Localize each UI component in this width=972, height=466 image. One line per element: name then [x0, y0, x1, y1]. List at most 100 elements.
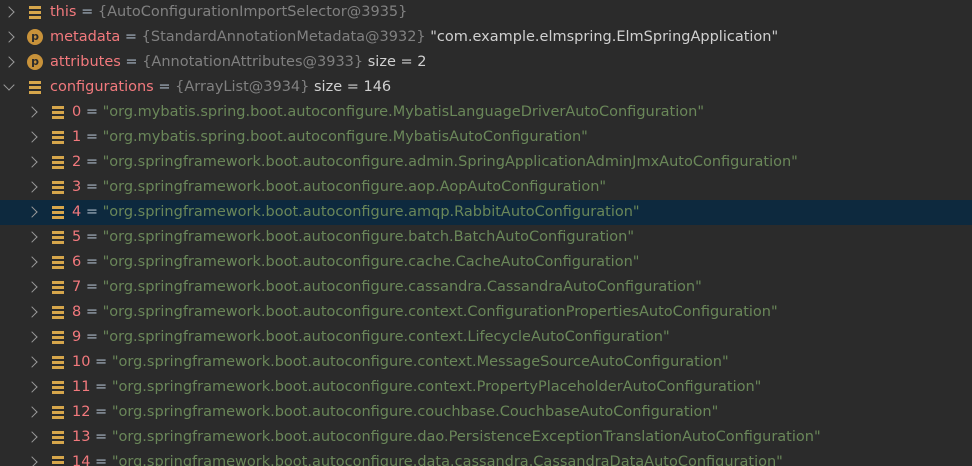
list-item-text: 12 = "org.springframework.boot.autoconfi… — [72, 400, 718, 425]
item-index: 11 — [72, 379, 91, 395]
chevron-right-icon[interactable] — [26, 331, 38, 343]
chevron-right-icon[interactable] — [26, 156, 38, 168]
item-index: 4 — [72, 204, 82, 220]
list-item-text: 8 = "org.springframework.boot.autoconfig… — [72, 300, 778, 325]
list-item[interactable]: 4 = "org.springframework.boot.autoconfig… — [0, 200, 972, 225]
item-index: 9 — [72, 329, 82, 345]
list-icon — [29, 81, 41, 94]
equals-sign: = — [120, 54, 143, 70]
list-item[interactable]: 13 = "org.springframework.boot.autoconfi… — [0, 425, 972, 450]
chevron-right-icon[interactable] — [26, 356, 38, 368]
chevron-right-icon[interactable] — [3, 6, 15, 18]
list-icon — [52, 406, 64, 419]
list-icon — [29, 6, 41, 19]
chevron-down-icon[interactable] — [3, 79, 15, 91]
variable-row-this[interactable]: this = {AutoConfigurationImportSelector@… — [0, 0, 972, 25]
list-item[interactable]: 1 = "org.mybatis.spring.boot.autoconfigu… — [0, 125, 972, 150]
variable-type: {AnnotationAttributes@3933} — [142, 54, 364, 70]
chevron-right-icon[interactable] — [3, 31, 15, 43]
list-item-text: 9 = "org.springframework.boot.autoconfig… — [72, 325, 670, 350]
item-value: "org.springframework.boot.autoconfigure.… — [102, 154, 798, 170]
item-value: "org.springframework.boot.autoconfigure.… — [102, 279, 702, 295]
list-icon — [52, 456, 64, 466]
variable-text: configurations = {ArrayList@3934} size =… — [50, 75, 391, 100]
list-item[interactable]: 2 = "org.springframework.boot.autoconfig… — [0, 150, 972, 175]
list-icon — [52, 256, 64, 269]
chevron-right-icon[interactable] — [3, 56, 15, 68]
chevron-right-icon[interactable] — [26, 431, 38, 443]
p-icon: p — [27, 54, 43, 70]
list-icon — [52, 331, 64, 344]
chevron-right-icon[interactable] — [26, 456, 38, 466]
item-index: 10 — [72, 354, 91, 370]
list-icon — [52, 231, 64, 244]
list-item[interactable]: 11 = "org.springframework.boot.autoconfi… — [0, 375, 972, 400]
item-index: 5 — [72, 229, 82, 245]
list-item[interactable]: 8 = "org.springframework.boot.autoconfig… — [0, 300, 972, 325]
list-icon — [52, 281, 64, 294]
item-value: "org.springframework.boot.autoconfigure.… — [102, 229, 635, 245]
equals-sign: = — [90, 404, 112, 420]
item-index: 3 — [72, 179, 82, 195]
chevron-right-icon[interactable] — [26, 106, 38, 118]
equals-sign: = — [81, 129, 103, 145]
list-item-text: 14 = "org.springframework.boot.autoconfi… — [72, 450, 783, 466]
list-icon — [52, 106, 64, 119]
variable-type: {StandardAnnotationMetadata@3932} — [141, 29, 426, 45]
variable-extra: size = 2 — [367, 54, 427, 70]
equals-sign: = — [81, 204, 103, 220]
list-icon — [52, 356, 64, 369]
equals-sign: = — [81, 279, 103, 295]
variable-text: metadata = {StandardAnnotationMetadata@3… — [50, 25, 778, 50]
list-item[interactable]: 9 = "org.springframework.boot.autoconfig… — [0, 325, 972, 350]
chevron-right-icon[interactable] — [26, 381, 38, 393]
list-item[interactable]: 12 = "org.springframework.boot.autoconfi… — [0, 400, 972, 425]
equals-sign: = — [81, 229, 103, 245]
chevron-right-icon[interactable] — [26, 181, 38, 193]
equals-sign: = — [81, 329, 103, 345]
list-item-text: 3 = "org.springframework.boot.autoconfig… — [72, 175, 606, 200]
list-item[interactable]: 14 = "org.springframework.boot.autoconfi… — [0, 450, 972, 466]
variable-row-metadata[interactable]: p metadata = {StandardAnnotationMetadata@… — [0, 25, 972, 50]
variable-name: this — [50, 4, 77, 20]
item-value: "org.springframework.boot.autoconfigure.… — [111, 354, 729, 370]
debugger-variables-tree: this = {AutoConfigurationImportSelector@… — [0, 0, 972, 466]
variable-row-configurations[interactable]: configurations = {ArrayList@3934} size =… — [0, 75, 972, 100]
chevron-right-icon[interactable] — [26, 206, 38, 218]
item-index: 12 — [72, 404, 91, 420]
list-item[interactable]: 3 = "org.springframework.boot.autoconfig… — [0, 175, 972, 200]
chevron-right-icon[interactable] — [26, 281, 38, 293]
list-icon — [52, 181, 64, 194]
equals-sign: = — [81, 179, 103, 195]
item-index: 14 — [72, 454, 91, 466]
list-item-text: 2 = "org.springframework.boot.autoconfig… — [72, 150, 798, 175]
variable-row-attributes[interactable]: p attributes = {AnnotationAttributes@3933… — [0, 50, 972, 75]
item-value: "org.mybatis.spring.boot.autoconfigure.M… — [102, 129, 588, 145]
chevron-right-icon[interactable] — [26, 231, 38, 243]
variable-text: this = {AutoConfigurationImportSelector@… — [50, 0, 407, 25]
item-value: "org.springframework.boot.autoconfigure.… — [111, 404, 719, 420]
list-item[interactable]: 5 = "org.springframework.boot.autoconfig… — [0, 225, 972, 250]
list-item-text: 0 = "org.mybatis.spring.boot.autoconfigu… — [72, 100, 704, 125]
list-icon — [52, 306, 64, 319]
list-item[interactable]: 7 = "org.springframework.boot.autoconfig… — [0, 275, 972, 300]
chevron-right-icon[interactable] — [26, 131, 38, 143]
item-value: "org.springframework.boot.autoconfigure.… — [111, 379, 762, 395]
list-item[interactable]: 0 = "org.mybatis.spring.boot.autoconfigu… — [0, 100, 972, 125]
list-item[interactable]: 6 = "org.springframework.boot.autoconfig… — [0, 250, 972, 275]
list-item[interactable]: 10 = "org.springframework.boot.autoconfi… — [0, 350, 972, 375]
equals-sign: = — [153, 79, 176, 95]
chevron-right-icon[interactable] — [26, 306, 38, 318]
equals-sign: = — [81, 104, 103, 120]
list-icon — [52, 381, 64, 394]
equals-sign: = — [81, 254, 103, 270]
equals-sign: = — [90, 429, 112, 445]
variable-extra: "com.example.elmspring.ElmSpringApplicat… — [430, 29, 779, 45]
item-index: 0 — [72, 104, 82, 120]
list-item-text: 6 = "org.springframework.boot.autoconfig… — [72, 250, 639, 275]
item-value: "org.mybatis.spring.boot.autoconfigure.M… — [102, 104, 704, 120]
chevron-right-icon[interactable] — [26, 406, 38, 418]
equals-sign: = — [81, 154, 103, 170]
chevron-right-icon[interactable] — [26, 256, 38, 268]
variable-type: {ArrayList@3934} — [175, 79, 310, 95]
